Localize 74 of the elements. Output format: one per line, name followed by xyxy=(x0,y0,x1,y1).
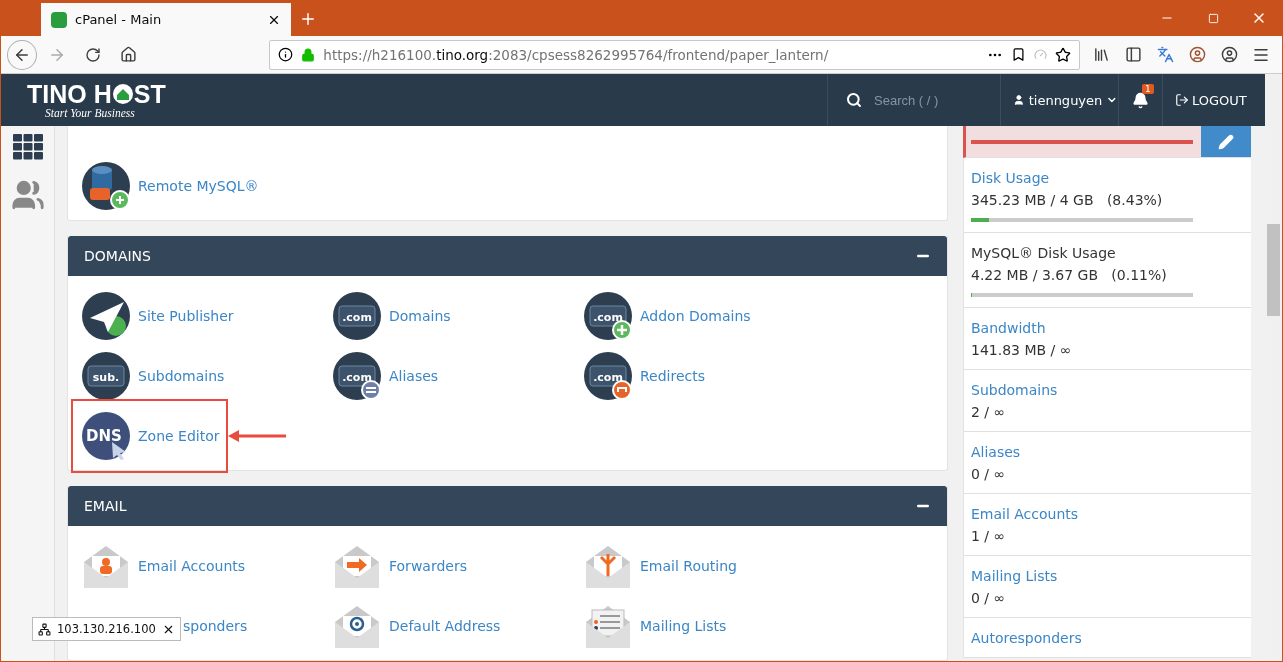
section-title: DOMAINS xyxy=(84,248,151,264)
home-icon[interactable] xyxy=(120,46,138,63)
bell-icon[interactable] xyxy=(1132,91,1149,109)
feature-link[interactable]: Zone Editor xyxy=(138,428,220,444)
section-header[interactable]: EMAIL xyxy=(68,486,947,526)
pencil-icon[interactable] xyxy=(1218,133,1234,150)
info-icon[interactable] xyxy=(278,47,294,62)
reload-icon[interactable] xyxy=(84,46,101,63)
translate-icon[interactable] xyxy=(1156,46,1174,63)
library-icon[interactable] xyxy=(1092,46,1110,63)
domain-icon[interactable]: sub. xyxy=(82,352,130,400)
address-bar[interactable]: https://h216100.tino.org:2083/cpsess8262995764/frontend/paper_lantern/ xyxy=(269,39,1080,70)
feature-link[interactable]: sponders xyxy=(183,618,248,634)
users-icon[interactable] xyxy=(10,178,45,212)
domain-plus-icon[interactable]: .com xyxy=(584,292,632,340)
sidebar-icon[interactable] xyxy=(1124,46,1142,63)
domain-equals-icon[interactable]: .com xyxy=(333,352,381,400)
feature-link[interactable]: Forwarders xyxy=(389,558,467,574)
stat-title: MySQL® Disk Usage xyxy=(971,244,1117,263)
stat-value: 0 / ∞ xyxy=(971,465,1007,484)
maximize-icon[interactable] xyxy=(1207,12,1219,24)
plus-icon[interactable] xyxy=(299,10,317,28)
notification-count: 1 xyxy=(1142,84,1154,94)
stat-value: 4.22 MB / 3.67 GB (0.11%) xyxy=(971,266,1168,285)
feature-link[interactable]: Addon Domains xyxy=(640,308,751,324)
feature-link[interactable]: Email Routing xyxy=(640,558,737,574)
stat-value: 1 / ∞ xyxy=(971,527,1007,546)
ip-address: 103.130.216.100 xyxy=(57,622,156,636)
stat-value: 0 / ∞ xyxy=(971,589,1007,608)
grid-icon[interactable] xyxy=(12,134,43,160)
user-name[interactable]: tiennguyen xyxy=(1028,92,1103,108)
user-icon[interactable] xyxy=(1013,93,1025,107)
house-logo-icon xyxy=(111,83,134,105)
stat-value: 141.83 MB / ∞ xyxy=(971,341,1073,360)
domain-redirect-icon[interactable]: .com xyxy=(584,352,632,400)
stat-value: 2 / ∞ xyxy=(971,403,1007,422)
stat-title[interactable]: Autoresponders xyxy=(971,627,1243,649)
feature-link[interactable]: Subdomains xyxy=(138,368,225,384)
stat-title[interactable]: Aliases xyxy=(971,441,1243,463)
stat-title[interactable]: Subdomains xyxy=(971,379,1243,401)
feature-link[interactable]: Email Accounts xyxy=(138,558,246,574)
logout-icon[interactable] xyxy=(1175,93,1189,107)
edit-button[interactable] xyxy=(1201,126,1251,157)
stat-title[interactable]: Mailing Lists xyxy=(971,565,1243,587)
bookmark-icon[interactable] xyxy=(1011,47,1026,62)
network-icon xyxy=(38,622,51,636)
stat-title[interactable]: Bandwidth xyxy=(971,317,1243,339)
logo-text: TINO H xyxy=(27,81,112,107)
paper-plane-icon[interactable] xyxy=(82,292,130,340)
favicon-icon xyxy=(51,11,67,28)
feature-link[interactable]: Remote MySQL® xyxy=(138,178,259,194)
feature-link[interactable]: Domains xyxy=(389,308,451,324)
feature-link[interactable]: Aliases xyxy=(389,368,439,384)
search-field[interactable]: Search ( / ) xyxy=(872,91,982,109)
feature-link[interactable]: Redirects xyxy=(640,368,706,384)
section-title: EMAIL xyxy=(84,498,127,514)
logo-text: ST xyxy=(133,81,166,107)
star-icon[interactable] xyxy=(1055,46,1071,63)
stat-value: 345.23 MB / 4 GB (8.43%) xyxy=(971,191,1164,210)
logout-link[interactable]: LOGOUT xyxy=(1192,92,1247,108)
feature-link[interactable]: Site Publisher xyxy=(138,308,234,324)
lock-icon xyxy=(301,47,316,62)
domain-icon[interactable]: .com xyxy=(333,292,381,340)
account-icon[interactable] xyxy=(1220,46,1238,63)
dns-cursor-icon[interactable]: DNS xyxy=(82,412,130,460)
feature-link[interactable]: Default Address xyxy=(389,618,501,634)
stat-title[interactable]: Disk Usage xyxy=(971,167,1243,189)
stat-title[interactable]: Email Accounts xyxy=(971,503,1243,525)
url-text: https://h216100.tino.org:2083/cpsess8262995764/frontend/paper_lantern/ xyxy=(323,46,830,63)
logo-tagline: Start Your Business xyxy=(44,107,136,119)
search-icon xyxy=(846,92,862,108)
browser-tab[interactable]: cPanel - Main xyxy=(41,3,291,36)
section-header[interactable]: DOMAINS xyxy=(68,236,947,276)
feature-link[interactable]: Mailing Lists xyxy=(640,618,727,634)
